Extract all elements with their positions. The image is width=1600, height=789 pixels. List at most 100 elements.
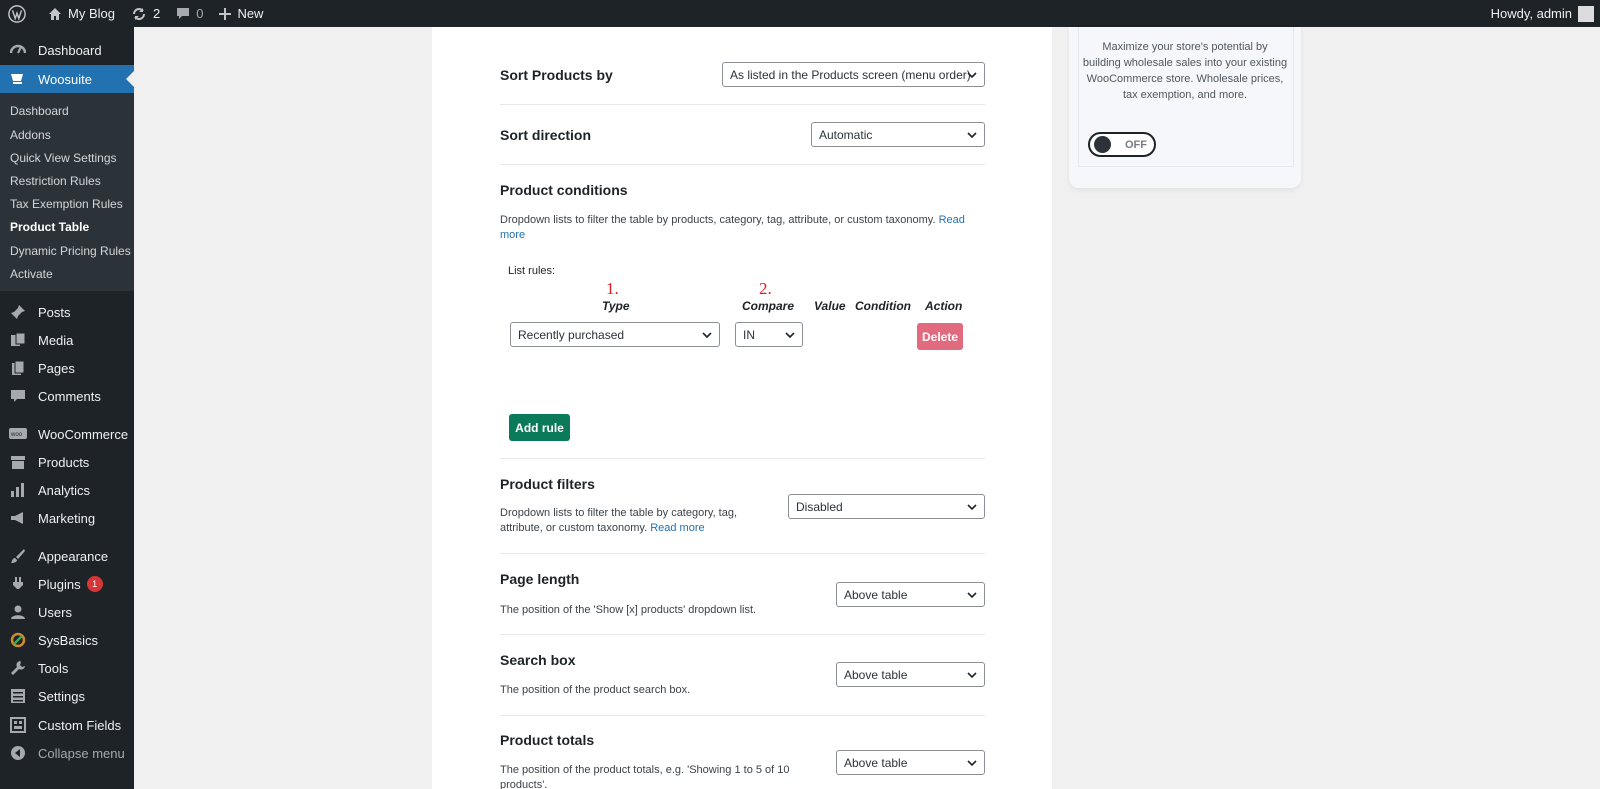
menu-label: Settings — [38, 688, 85, 704]
menu-users[interactable]: Users — [0, 598, 134, 626]
admin-bar: My Blog 2 0 New Howdy, admin — [0, 0, 1600, 27]
wholesale-toggle[interactable]: OFF — [1088, 132, 1156, 157]
select-value: Above table — [844, 755, 908, 770]
menu-label: Analytics — [38, 482, 91, 498]
product-totals-title: Product totals — [500, 732, 595, 748]
submenu-addons[interactable]: Addons — [10, 128, 51, 142]
menu-label: Woosuite — [38, 71, 92, 87]
toggle-label: OFF — [1125, 138, 1147, 151]
new-content-link[interactable]: New — [211, 0, 271, 27]
product-totals-select[interactable]: Above table — [836, 750, 985, 775]
product-filters-desc: Dropdown lists to filter the table by ca… — [500, 506, 755, 536]
header-value: Value — [814, 299, 846, 313]
read-more-link[interactable]: Read more — [650, 522, 704, 534]
product-conditions-title: Product conditions — [500, 182, 628, 198]
submenu-quick-view-settings[interactable]: Quick View Settings — [10, 151, 117, 165]
menu-dashboard[interactable]: Dashboard — [0, 36, 134, 64]
submenu-product-table[interactable]: Product Table — [10, 220, 89, 234]
site-name-link[interactable]: My Blog — [40, 0, 123, 27]
my-account[interactable]: Howdy, admin — [1491, 0, 1594, 27]
search-box-title: Search box — [500, 652, 576, 668]
menu-products[interactable]: Products — [0, 448, 134, 476]
custom-fields-icon — [8, 715, 28, 735]
page-length-desc: The position of the 'Show [x] products' … — [500, 604, 757, 616]
search-box-select[interactable]: Above table — [836, 662, 985, 687]
menu-sysbasics[interactable]: SysBasics — [0, 626, 134, 654]
plugin-icon — [8, 574, 28, 594]
pages-icon — [8, 358, 28, 378]
menu-pages[interactable]: Pages — [0, 354, 134, 382]
menu-plugins[interactable]: Plugins 1 — [0, 570, 134, 598]
archive-icon — [8, 452, 28, 472]
promo-text: Maximize your store's potential by build… — [1082, 41, 1288, 101]
rule-type-select[interactable]: Recently purchased — [510, 322, 720, 347]
page-length-select[interactable]: Above table — [836, 582, 985, 607]
menu-label: Dashboard — [38, 42, 102, 58]
wrench-icon — [8, 658, 28, 678]
pin-icon — [8, 302, 28, 322]
menu-custom-fields[interactable]: Custom Fields — [0, 711, 134, 739]
sort-direction-select[interactable]: Automatic — [811, 122, 985, 147]
submenu-tax-exemption-rules[interactable]: Tax Exemption Rules — [10, 197, 123, 211]
menu-analytics[interactable]: Analytics — [0, 476, 134, 504]
settings-sliders-icon — [8, 686, 28, 706]
bar-chart-icon — [8, 480, 28, 500]
chevron-down-icon — [966, 501, 978, 516]
admin-menu: Dashboard Woosuite Dashboard Addons Quic… — [0, 27, 134, 789]
user-icon — [8, 602, 28, 622]
menu-tools[interactable]: Tools — [0, 654, 134, 682]
delete-rule-button[interactable]: Delete — [917, 323, 963, 350]
header-type: Type — [602, 299, 630, 313]
menu-label: Pages — [38, 360, 75, 376]
plugins-update-badge: 1 — [86, 576, 103, 592]
list-rules-label: List rules: — [508, 265, 556, 277]
comment-bubble-icon — [8, 386, 28, 406]
menu-woosuite[interactable]: Woosuite — [0, 65, 134, 93]
media-icon — [8, 330, 28, 350]
menu-posts[interactable]: Posts — [0, 298, 134, 326]
menu-settings[interactable]: Settings — [0, 682, 134, 710]
divider — [500, 458, 985, 459]
chevron-down-icon — [966, 757, 978, 772]
menu-woocommerce[interactable]: woo WooCommerce — [0, 420, 134, 448]
product-conditions-desc: Dropdown lists to filter the table by pr… — [500, 213, 985, 243]
select-value: As listed in the Products screen (menu o… — [730, 67, 971, 82]
paintbrush-icon — [8, 546, 28, 566]
site-name: My Blog — [68, 6, 115, 21]
product-totals-desc: The position of the product totals, e.g.… — [500, 764, 790, 789]
chevron-down-icon — [784, 329, 796, 344]
woocommerce-icon: woo — [8, 424, 28, 444]
select-value: IN — [743, 327, 755, 342]
cart-icon — [8, 69, 28, 89]
divider — [500, 104, 985, 105]
menu-marketing[interactable]: Marketing — [0, 504, 134, 532]
sort-products-select[interactable]: As listed in the Products screen (menu o… — [722, 62, 985, 87]
submenu-restriction-rules[interactable]: Restriction Rules — [10, 174, 101, 188]
submenu-dynamic-pricing-rules[interactable]: Dynamic Pricing Rules — [10, 244, 131, 258]
avatar — [1578, 5, 1594, 22]
rule-compare-select[interactable]: IN — [735, 322, 803, 347]
add-rule-button[interactable]: Add rule — [509, 414, 570, 441]
menu-label: Custom Fields — [38, 717, 122, 733]
submenu-dashboard[interactable]: Dashboard — [10, 104, 69, 118]
menu-label: WooCommerce — [38, 426, 129, 442]
comments-link[interactable]: 0 — [168, 0, 211, 27]
menu-media[interactable]: Media — [0, 326, 134, 354]
menu-label: Users — [38, 604, 72, 620]
header-compare: Compare — [742, 299, 795, 313]
header-action: Action — [925, 299, 963, 313]
menu-comments[interactable]: Comments — [0, 382, 134, 410]
menu-label: Media — [38, 332, 74, 348]
submenu-activate[interactable]: Activate — [10, 267, 53, 281]
sort-direction-title: Sort direction — [500, 127, 592, 143]
plus-icon — [219, 7, 232, 20]
menu-appearance[interactable]: Appearance — [0, 542, 134, 570]
product-filters-select[interactable]: Disabled — [788, 494, 985, 519]
menu-label: Products — [38, 454, 90, 470]
comment-icon — [177, 7, 190, 19]
page-length-title: Page length — [500, 571, 580, 587]
updates-link[interactable]: 2 — [123, 0, 168, 27]
collapse-menu-button[interactable]: Collapse menu — [0, 739, 134, 767]
chevron-down-icon — [966, 589, 978, 604]
wordpress-logo-icon[interactable] — [0, 0, 40, 27]
